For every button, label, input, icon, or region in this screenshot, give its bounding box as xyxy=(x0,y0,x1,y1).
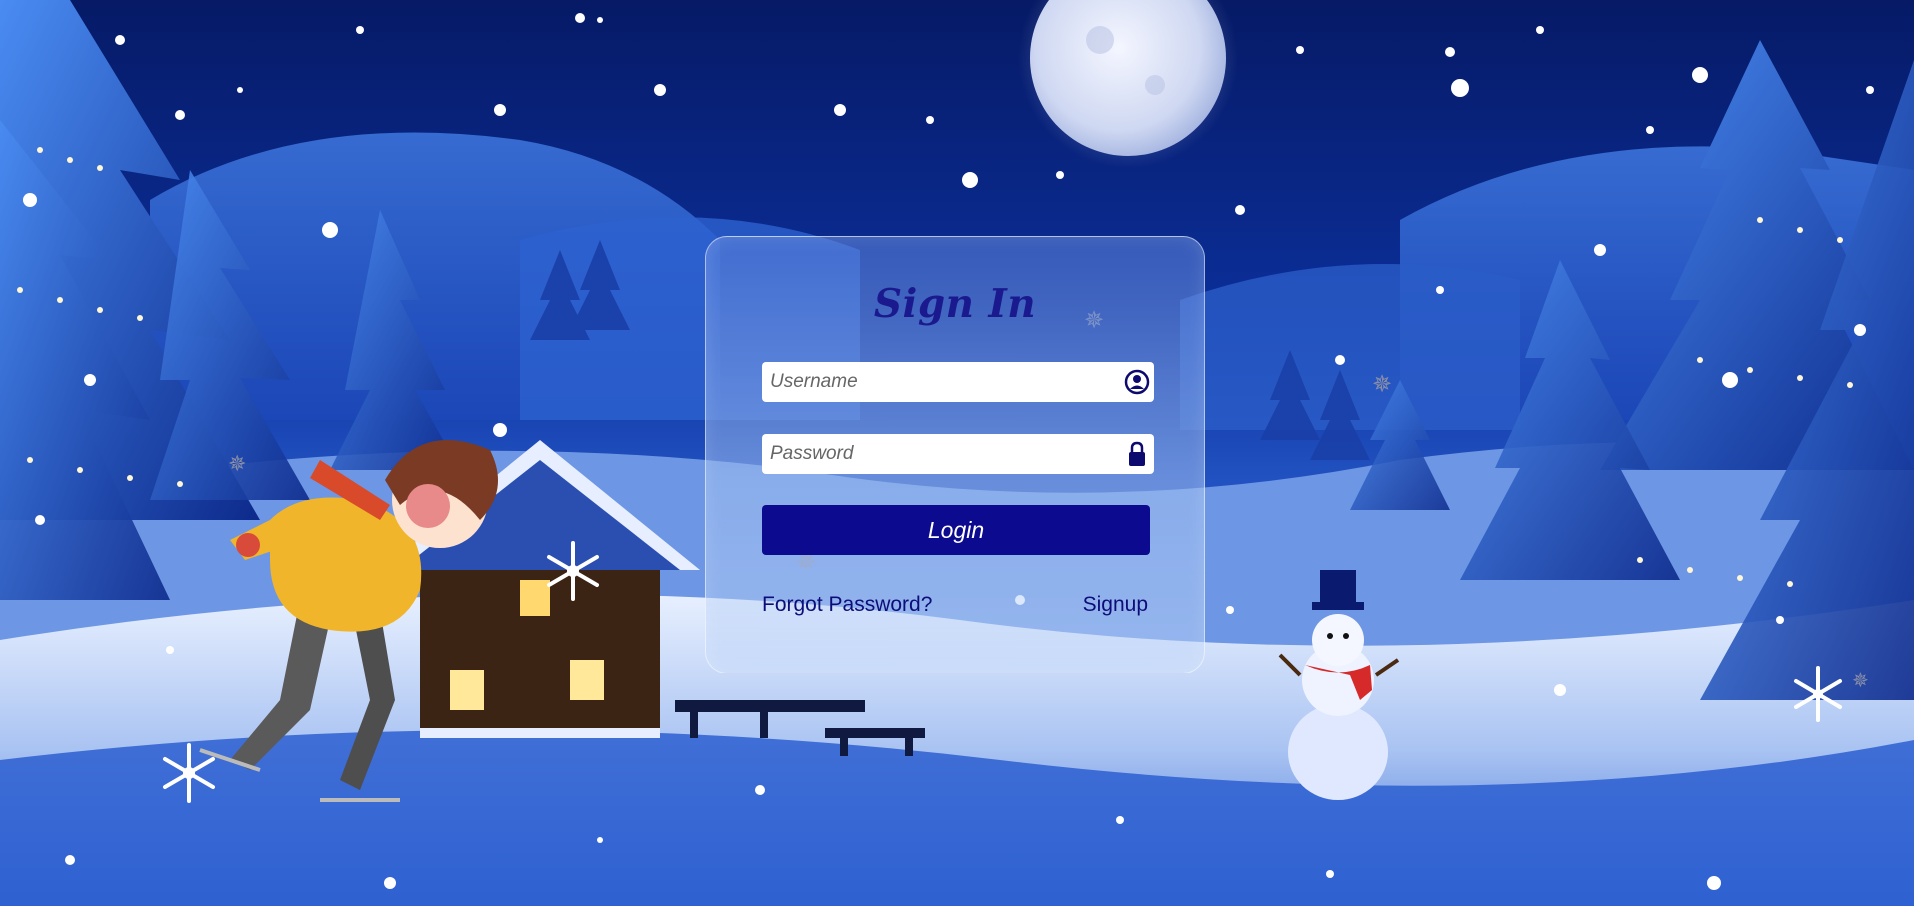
snowflake-icon xyxy=(547,541,599,601)
login-button[interactable]: Login xyxy=(762,505,1150,555)
username-input[interactable] xyxy=(762,362,1102,402)
username-field[interactable] xyxy=(762,362,1154,402)
star-icon: ✵ xyxy=(1372,370,1393,398)
star-icon: ✵ xyxy=(228,452,247,477)
signup-link[interactable]: Signup xyxy=(1083,593,1148,617)
user-circle-icon xyxy=(1124,369,1150,395)
star-icon: ✵ xyxy=(1852,668,1869,692)
password-input[interactable] xyxy=(762,434,1102,474)
snowflake-icon xyxy=(1794,666,1842,722)
login-card: Sign In Login Forgot Password? Signup xyxy=(705,236,1205,674)
snowflake-icon xyxy=(163,743,215,803)
forgot-password-link[interactable]: Forgot Password? xyxy=(762,593,932,617)
lock-icon xyxy=(1129,441,1145,466)
login-title: Sign In xyxy=(873,281,1037,327)
password-field[interactable] xyxy=(762,434,1154,474)
